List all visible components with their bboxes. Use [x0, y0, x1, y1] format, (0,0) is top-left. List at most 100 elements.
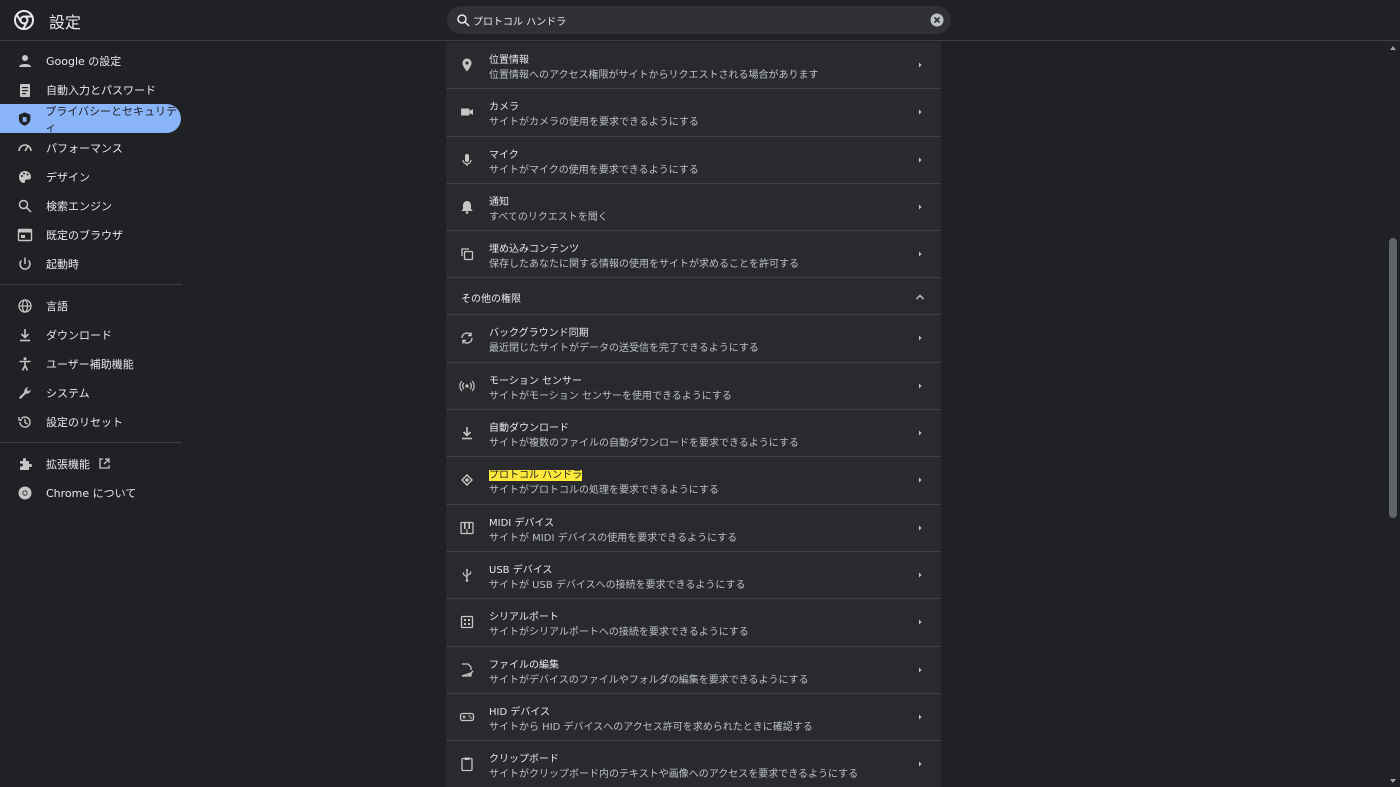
bell-icon — [461, 200, 473, 214]
sidebar-item-accessibility[interactable]: ユーザー補助機能 — [0, 349, 181, 378]
download-icon — [462, 427, 472, 440]
permission-subtitle: サイトから HID デバイスへのアクセス許可を求められたときに確認する — [489, 721, 813, 733]
scrollbar-thumb[interactable] — [1389, 238, 1397, 518]
permission-title: MIDI デバイス — [489, 517, 555, 529]
history-icon — [18, 415, 31, 428]
sync-icon — [461, 332, 473, 345]
sidebar-item-privacy[interactable]: プライバシーとセキュリティ — [0, 104, 181, 134]
chevron-right-icon — [919, 109, 922, 115]
embed-icon — [461, 248, 474, 261]
scrollbar[interactable] — [1386, 42, 1400, 787]
permission-title: クリップボード — [489, 754, 559, 766]
permission-row-microphone[interactable]: マイク サイトがマイクの使用を要求できるようにする — [446, 137, 941, 184]
sidebar-item-label: 自動入力とパスワード — [46, 83, 156, 97]
sidebar-item-system[interactable]: システム — [0, 378, 181, 407]
permission-subtitle: 位置情報へのアクセス権限がサイトからリクエストされる場合があります — [489, 70, 819, 81]
permission-title: カメラ — [489, 102, 519, 114]
permission-row-hid-devices[interactable]: HID デバイス サイトから HID デバイスへのアクセス許可を求められたときに… — [446, 694, 941, 742]
permission-row-location[interactable]: 位置情報 位置情報へのアクセス権限がサイトからリクエストされる場合があります — [446, 42, 941, 90]
permission-row-camera[interactable]: カメラ サイトがカメラの使用を要求できるようにする — [446, 89, 941, 137]
location-icon — [462, 58, 472, 72]
sidebar-item-default-browser[interactable]: 既定のブラウザ — [0, 220, 181, 249]
permission-row-serial-ports[interactable]: シリアルポート サイトがシリアルポートへの接続を要求できるようにする — [446, 599, 941, 647]
permission-subtitle: サイトがマイクの使用を要求できるようにする — [489, 164, 699, 176]
sidebar-item-label: Chrome について — [46, 486, 137, 500]
sidebar-item-downloads[interactable]: ダウンロード — [0, 320, 181, 349]
clipboard-icon — [461, 757, 473, 772]
sidebar-item-google[interactable]: Google の設定 — [0, 46, 181, 75]
permission-row-file-editing[interactable]: ファイルの編集 サイトがデバイスのファイルやフォルダの編集を要求できるようにする — [446, 647, 941, 694]
shield-icon — [18, 111, 31, 126]
sidebar-item-languages[interactable]: 言語 — [0, 291, 181, 320]
permission-row-background-sync[interactable]: バックグラウンド同期 最近閉じたサイトがデータの送受信を完了できるようにする — [446, 315, 941, 363]
sidebar-item-label: ダウンロード — [46, 328, 112, 342]
sidebar-item-label: 言語 — [46, 299, 68, 313]
palette-icon — [19, 170, 31, 183]
permission-row-notifications[interactable]: 通知 すべてのリクエストを聞く — [446, 184, 941, 232]
chevron-right-icon — [919, 335, 922, 341]
permission-title: マイク — [489, 149, 519, 161]
sidebar-item-label: 起動時 — [46, 257, 79, 271]
download-icon — [20, 328, 30, 341]
chevron-right-icon — [919, 761, 922, 767]
permission-title: ファイルの編集 — [489, 659, 559, 671]
speedometer-icon — [18, 143, 32, 151]
wrench-icon — [19, 386, 31, 399]
sidebar-item-autofill[interactable]: 自動入力とパスワード — [0, 75, 181, 104]
sidebar-item-label: パフォーマンス — [46, 141, 123, 155]
permission-subtitle: サイトがプロトコルの処理を要求できるようにする — [489, 485, 719, 497]
scroll-up-arrow-icon[interactable] — [1389, 44, 1397, 52]
sidebar-item-label: 既定のブラウザ — [46, 228, 123, 242]
puzzle-icon — [20, 457, 32, 470]
power-icon — [19, 257, 31, 270]
clear-search-icon[interactable] — [930, 13, 944, 27]
sidebar-divider — [0, 442, 182, 443]
chrome-logo-icon — [14, 10, 34, 30]
sidebar-item-performance[interactable]: パフォーマンス — [0, 133, 181, 162]
permission-subtitle: すべてのリクエストを聞く — [489, 211, 608, 223]
permission-row-midi-devices[interactable]: MIDI デバイス サイトが MIDI デバイスの使用を要求できるようにする — [446, 505, 941, 552]
permission-row-clipboard[interactable]: クリップボード サイトがクリップボード内のテキストや画像へのアクセスを要求できる… — [446, 741, 941, 787]
chrome-icon — [18, 486, 32, 499]
search-box[interactable] — [447, 6, 951, 34]
sidebar-item-on-startup[interactable]: 起動時 — [0, 249, 181, 278]
sidebar-item-extensions[interactable]: 拡張機能 — [0, 449, 181, 478]
permission-subtitle: サイトがモーション センサーを使用できるようにする — [489, 390, 732, 402]
permission-subtitle: サイトが複数のファイルの自動ダウンロードを要求できるようにする — [489, 438, 799, 450]
piano-icon — [460, 521, 474, 534]
permission-subtitle: 保存したあなたに関する情報の使用をサイトが求めることを許可する — [489, 259, 799, 271]
chevron-right-icon — [919, 477, 922, 483]
file-edit-icon — [461, 662, 474, 677]
permission-title: 埋め込みコンテンツ — [489, 244, 579, 256]
permission-title: シリアルポート — [489, 612, 559, 624]
scroll-down-arrow-icon[interactable] — [1389, 777, 1397, 785]
permission-row-usb-devices[interactable]: USB デバイス サイトが USB デバイスへの接続を要求できるようにする — [446, 552, 941, 600]
chevron-right-icon — [919, 157, 922, 163]
chevron-right-icon — [919, 204, 922, 210]
permission-row-protocol-handlers[interactable]: プロトコル ハンドラ サイトがプロトコルの処理を要求できるようにする — [446, 457, 941, 505]
accessibility-icon — [19, 356, 31, 371]
search-match-highlight: プロトコル ハンドラ — [489, 470, 583, 482]
clipboard-icon — [20, 83, 30, 97]
sidebar-item-search-engine[interactable]: 検索エンジン — [0, 191, 181, 220]
permission-title: 通知 — [489, 196, 509, 208]
sidebar-item-about-chrome[interactable]: Chrome について — [0, 478, 181, 507]
chevron-up-icon[interactable] — [913, 290, 927, 304]
permission-subtitle: サイトが USB デバイスへの接続を要求できるようにする — [489, 579, 746, 591]
permission-row-embedded-content[interactable]: 埋め込みコンテンツ 保存したあなたに関する情報の使用をサイトが求めることを許可す… — [446, 231, 941, 279]
chevron-right-icon — [919, 525, 922, 531]
chevron-right-icon — [919, 572, 922, 578]
chevron-right-icon — [919, 383, 922, 389]
chevron-right-icon — [919, 667, 922, 673]
sidebar-item-appearance[interactable]: デザイン — [0, 162, 181, 191]
section-title: その他の権限 — [461, 294, 521, 306]
sidebar-item-reset[interactable]: 設定のリセット — [0, 407, 181, 436]
sidebar-divider — [0, 284, 182, 285]
permission-row-motion-sensors[interactable]: モーション センサー サイトがモーション センサーを使用できるようにする — [446, 363, 941, 411]
search-input[interactable] — [473, 10, 913, 30]
permissions-list: 位置情報 位置情報へのアクセス権限がサイトからリクエストされる場合があります カ… — [446, 42, 941, 787]
additional-permissions-header[interactable]: その他の権限 — [446, 278, 941, 316]
permission-row-automatic-downloads[interactable]: 自動ダウンロード サイトが複数のファイルの自動ダウンロードを要求できるようにする — [446, 410, 941, 458]
person-icon — [19, 54, 31, 67]
sidebar-item-label: ユーザー補助機能 — [46, 357, 134, 371]
